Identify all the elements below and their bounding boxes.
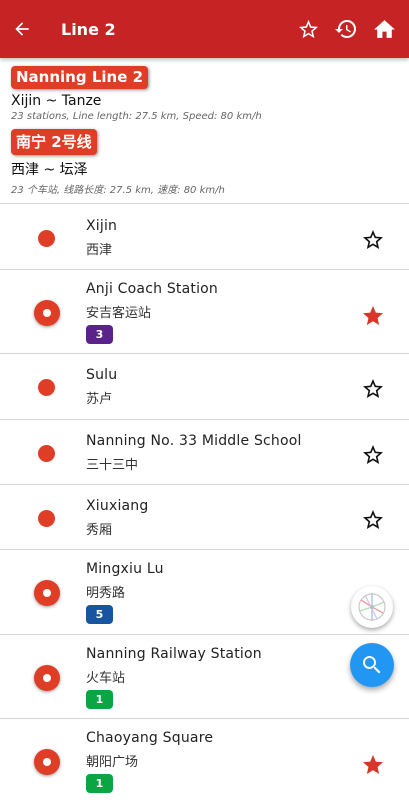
metro-map-button[interactable] xyxy=(351,586,393,628)
back-arrow-icon xyxy=(15,22,29,36)
station-name-cn: 明秀路 xyxy=(86,586,126,601)
station-name: Nanning Railway Station xyxy=(86,646,262,662)
station-row[interactable]: Mingxiu Lu 明秀路 5 xyxy=(0,550,409,635)
line-name-badge-cn: 南宁 2号线 xyxy=(11,129,97,155)
interchange-dot-icon xyxy=(34,580,60,606)
station-dot-icon xyxy=(38,510,55,527)
station-name-cn: 西津 xyxy=(86,243,113,258)
interchange-dot-icon xyxy=(34,665,60,691)
page-title: Line 2 xyxy=(61,19,116,39)
station-name-cn: 三十三中 xyxy=(86,458,139,473)
line-name-badge: Nanning Line 2 xyxy=(11,66,149,89)
star-outline-icon[interactable] xyxy=(361,443,385,467)
history-button[interactable] xyxy=(327,0,365,58)
transfer-line-badge[interactable]: 5 xyxy=(86,605,113,624)
station-name: Mingxiu Lu xyxy=(86,561,164,577)
line-info-header: Nanning Line 2 Xijin ~ Tanze 23 stations… xyxy=(0,58,409,204)
line-route-cn: 西津 ~ 坛泽 xyxy=(11,162,88,178)
station-name: Nanning No. 33 Middle School xyxy=(86,433,302,449)
metro-map-icon xyxy=(358,593,386,621)
station-name-cn: 秀厢 xyxy=(86,523,113,538)
station-row[interactable]: Chaoyang Square 朝阳广场 1 xyxy=(0,719,409,800)
station-dot-icon xyxy=(38,379,55,396)
line-meta-cn: 23 个车站, 线路长度: 27.5 km, 速度: 80 km/h xyxy=(11,185,225,196)
history-icon xyxy=(335,20,356,39)
station-row[interactable]: Nanning Railway Station 火车站 1 xyxy=(0,635,409,719)
station-name-cn: 苏卢 xyxy=(86,392,113,407)
home-icon xyxy=(373,19,395,38)
station-name-cn: 安吉客运站 xyxy=(86,306,152,321)
star-outline-icon[interactable] xyxy=(361,508,385,532)
transfer-line-badge[interactable]: 1 xyxy=(86,774,113,793)
station-name-cn: 火车站 xyxy=(86,671,126,686)
station-name: Sulu xyxy=(86,367,118,383)
line-route: Xijin ~ Tanze xyxy=(11,93,102,109)
station-row[interactable]: Sulu 苏卢 xyxy=(0,354,409,420)
star-filled-icon[interactable] xyxy=(361,753,385,777)
interchange-dot-icon xyxy=(34,749,60,775)
search-icon xyxy=(363,656,381,674)
star-outline-icon[interactable] xyxy=(361,228,385,252)
interchange-dot-icon xyxy=(34,300,60,326)
station-name: Chaoyang Square xyxy=(86,730,214,746)
star-outline-icon xyxy=(298,19,318,38)
station-row[interactable]: Anji Coach Station 安吉客运站 3 xyxy=(0,270,409,354)
transfer-line-badge[interactable]: 3 xyxy=(86,325,113,344)
station-list: Xijin 西津 Anji Coach Station 安吉客运站 3 Sulu… xyxy=(0,205,409,800)
home-button[interactable] xyxy=(365,0,403,58)
station-dot-icon xyxy=(38,445,55,462)
star-filled-icon[interactable] xyxy=(361,304,385,328)
app-bar: Line 2 xyxy=(0,0,409,58)
station-name: Anji Coach Station xyxy=(86,281,218,297)
favorite-line-button[interactable] xyxy=(289,0,327,58)
station-name: Xijin xyxy=(86,218,118,234)
station-name: Xiuxiang xyxy=(86,498,149,514)
station-row[interactable]: Xiuxiang 秀厢 xyxy=(0,485,409,550)
station-row[interactable]: Xijin 西津 xyxy=(0,205,409,270)
station-dot-icon xyxy=(38,230,55,247)
station-name-cn: 朝阳广场 xyxy=(86,755,139,770)
back-button[interactable] xyxy=(0,0,44,58)
star-outline-icon[interactable] xyxy=(361,377,385,401)
search-button[interactable] xyxy=(350,643,394,687)
transfer-line-badge[interactable]: 1 xyxy=(86,690,113,709)
line-meta: 23 stations, Line length: 27.5 km, Speed… xyxy=(11,111,262,122)
station-row[interactable]: Nanning No. 33 Middle School 三十三中 xyxy=(0,420,409,485)
